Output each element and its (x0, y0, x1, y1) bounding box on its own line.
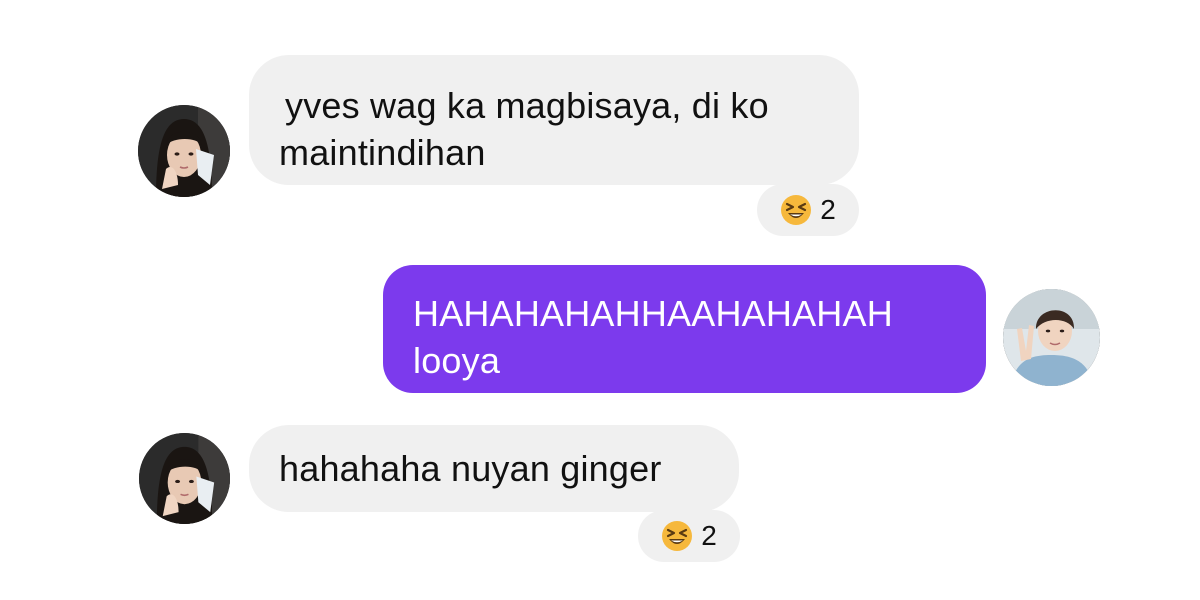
laughing-squint-emoji-icon (780, 194, 812, 226)
message-text-line: HAHAHAHAHHAAHAHAHAH (413, 293, 893, 334)
message-text-line: hahahaha nuyan ginger (279, 448, 662, 489)
message-bubble-incoming[interactable]: hahahaha nuyan ginger (249, 425, 739, 512)
message-text-line: looya (413, 340, 501, 381)
laughing-squint-emoji-icon (661, 520, 693, 552)
avatar-photo (139, 433, 230, 524)
message-text-line: maintindihan (279, 132, 486, 173)
message-text-line: yves wag ka magbisaya, di ko (285, 85, 769, 126)
message-bubble-incoming[interactable]: yves wag ka magbisaya, di ko maintindiha… (249, 55, 859, 185)
reaction-count: 2 (820, 194, 836, 225)
reaction-badge[interactable]: 2 (757, 184, 859, 236)
sender-avatar[interactable] (139, 433, 230, 524)
message-bubble-outgoing[interactable]: HAHAHAHAHHAAHAHAHAH looya (383, 265, 986, 393)
avatar-photo (138, 105, 230, 197)
sender-avatar[interactable] (138, 105, 230, 197)
avatar-photo (1003, 289, 1100, 386)
my-avatar[interactable] (1003, 289, 1100, 386)
reaction-count: 2 (701, 520, 717, 551)
reaction-badge[interactable]: 2 (638, 510, 740, 562)
